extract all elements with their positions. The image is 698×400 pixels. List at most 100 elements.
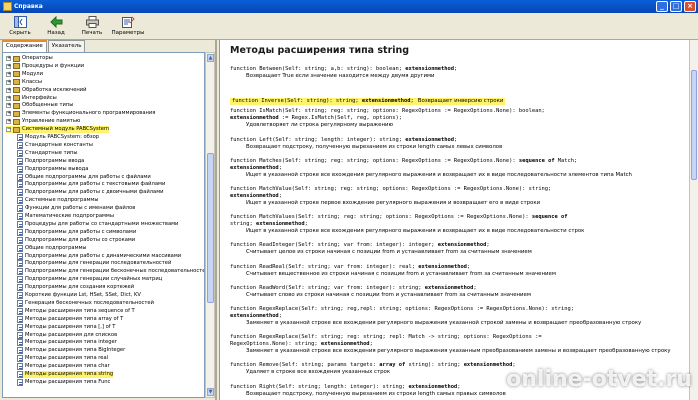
tree-item[interactable]: Короткие функции Lst, HSet, SSet, Dict, … (17, 292, 141, 299)
tree-item[interactable]: Подпрограммы для генерации случайных мат… (17, 276, 162, 284)
tree-item[interactable]: Подпрограммы для работы с двоичными файл… (17, 189, 164, 197)
toolbar: Скрыть Назад Печать Параметры (0, 13, 698, 40)
tree-item[interactable]: Подпрограммы ввода (17, 157, 84, 165)
page-icon (17, 276, 23, 284)
tree-item[interactable]: + Элементы функционального программирован… (6, 110, 155, 117)
tree-item[interactable]: Методы расширения типа [,] of T (17, 323, 115, 331)
close-button[interactable]: × (684, 1, 696, 12)
page-icon (17, 363, 23, 371)
tree-item[interactable]: Подпрограммы для работы с динамическими … (17, 252, 181, 260)
page-icon (17, 315, 23, 323)
method-signature: function ReadWord(Self: string; var from… (230, 284, 477, 291)
tab-index[interactable]: Указатель (47, 40, 86, 52)
tree-item[interactable]: Подпрограммы для работы со строками (17, 236, 135, 244)
minimize-button[interactable]: _ (656, 1, 668, 12)
tree-item-label: Обработка исключений (22, 86, 87, 93)
page-icon (17, 189, 23, 197)
contents-tree[interactable]: + Операторы + Процедуры и функции + Модули + Кл… (2, 52, 205, 398)
tree-item[interactable]: Методы расширения типа array of T (17, 315, 123, 323)
method-description: Считывает целое из строки начиная с пози… (246, 249, 532, 256)
expand-icon[interactable]: + (6, 111, 11, 117)
book-icon (13, 63, 20, 70)
hide-button[interactable]: Скрыть (2, 13, 38, 40)
page-icon (17, 220, 23, 228)
hide-icon (13, 15, 27, 28)
method-description: Удовлетворяет ли строка регулярному выра… (246, 122, 394, 129)
tree-item[interactable]: Методы расширения типа integer (17, 339, 117, 347)
watermark: online-otvet.ru (506, 367, 692, 392)
expand-icon[interactable]: + (6, 79, 11, 85)
scroll-up-arrow-icon[interactable]: ▲ (207, 54, 214, 62)
collapse-icon[interactable]: − (6, 127, 11, 133)
tree-item[interactable]: Общие подпрограммы (17, 244, 87, 252)
tree-item[interactable]: Методы расширения типа char (17, 363, 110, 371)
expand-icon[interactable]: + (6, 71, 11, 77)
method-description: Ищет в указанной строке все вхождения ре… (246, 171, 632, 178)
tree-item[interactable]: + Процедуры и функции (6, 63, 84, 70)
tree-item[interactable]: + Операторы (6, 55, 53, 62)
content-scroll-thumb[interactable] (691, 70, 697, 180)
tree-item-label: Подпрограммы для генерации последователь… (25, 260, 172, 267)
tree-item-label: Стандартные константы (25, 141, 93, 148)
tree-item[interactable]: − Системный модуль PABCSystem (6, 126, 110, 134)
back-button[interactable]: Назад (38, 13, 74, 40)
content-scrollbar[interactable] (689, 40, 698, 400)
print-button[interactable]: Печать (74, 13, 110, 40)
page-icon (17, 197, 23, 205)
tree-item[interactable]: + Классы (6, 79, 42, 86)
tree-scroll-thumb[interactable] (207, 153, 214, 303)
expand-icon[interactable]: + (6, 119, 11, 125)
page-icon (17, 323, 23, 331)
tree-scrollbar[interactable]: ▲ ▼ (205, 52, 215, 398)
expand-icon[interactable]: + (6, 87, 11, 93)
tree-item[interactable]: Функции для работы с именами файлов (17, 205, 135, 213)
tree-item-label: Системный модуль PABCSystem (22, 126, 110, 133)
tree-item[interactable]: Процедуры для работы со стандартными мно… (17, 220, 178, 228)
method-signature: function RegexReplace(Self: string; reg,… (230, 306, 575, 319)
tree-item-label: Элементы функционального программировани… (22, 110, 156, 117)
page-icon (17, 165, 23, 173)
tree-item[interactable]: Подпрограммы для генерации последователь… (17, 260, 172, 268)
method-entry: function RegexReplace(Self: string; reg,… (230, 306, 690, 327)
tree-item[interactable]: Методы расширения типа real (17, 355, 108, 363)
method-entry: function ReadWord(Self: string; var from… (230, 285, 690, 299)
tree-item[interactable]: Подпрограммы вывода (17, 165, 89, 173)
expand-icon[interactable]: + (6, 63, 11, 69)
tree-item[interactable]: + Управление памятью (6, 118, 80, 125)
tree-item-label: Классы (22, 78, 42, 85)
maximize-button[interactable]: □ (670, 1, 682, 12)
tree-item[interactable]: Подпрограммы для генерации бесконечных п… (17, 268, 204, 276)
page-icon (17, 299, 23, 307)
tree-item[interactable]: + Интерфейсы (6, 95, 57, 102)
tree-item[interactable]: Стандартные типы (17, 149, 78, 157)
expand-icon[interactable]: + (6, 103, 11, 109)
tree-item[interactable]: Подпрограммы для создания кортежей (17, 284, 134, 292)
book-icon (13, 95, 20, 101)
tree-item[interactable]: + Модули (6, 71, 43, 78)
scroll-down-arrow-icon[interactable]: ▼ (207, 388, 214, 396)
tree-item[interactable]: Методы расширения для списков (17, 331, 117, 339)
method-description: Возвращает инверсию строки (415, 98, 506, 106)
tree-item[interactable]: Методы расширения типа Func (17, 378, 110, 386)
expand-icon[interactable]: + (6, 56, 11, 61)
tree-item[interactable]: + Обобщенные типы (6, 102, 73, 109)
tree-item[interactable]: Методы расширения типа string (17, 371, 114, 378)
tree-item-label: Подпрограммы вывода (25, 165, 89, 172)
tree-item[interactable]: Математические подпрограммы (17, 213, 114, 220)
tree-item[interactable]: Системные подпрограммы (17, 197, 98, 205)
tree-item-label: Интерфейсы (22, 94, 57, 101)
tree-item[interactable]: Общие подпрограммы для работы с файлами (17, 173, 151, 181)
method-signature: function MatchValue(Self: string; reg: s… (230, 186, 552, 199)
tree-item[interactable]: Методы расширения типа sequence of T (17, 307, 135, 315)
navigation-pane: Содержание Указатель + Операторы + Процедур… (0, 40, 217, 400)
tree-item[interactable]: Генерация бесконечных последовательносте… (17, 299, 154, 307)
tree-item[interactable]: Методы расширения типа BigInteger (17, 347, 125, 355)
expand-icon[interactable]: + (6, 95, 11, 101)
tree-item[interactable]: Подпрограммы для работы с символами (17, 228, 136, 236)
options-button[interactable]: Параметры (110, 13, 146, 40)
page-icon (17, 339, 23, 347)
tree-item[interactable]: Стандартные константы (17, 141, 93, 149)
tree-item[interactable]: Модуль PABCSystem: обзор (17, 134, 99, 141)
tree-item[interactable]: + Обработка исключений (6, 87, 87, 94)
tree-item[interactable]: Подпрограммы для работы с текстовыми фай… (17, 181, 165, 189)
